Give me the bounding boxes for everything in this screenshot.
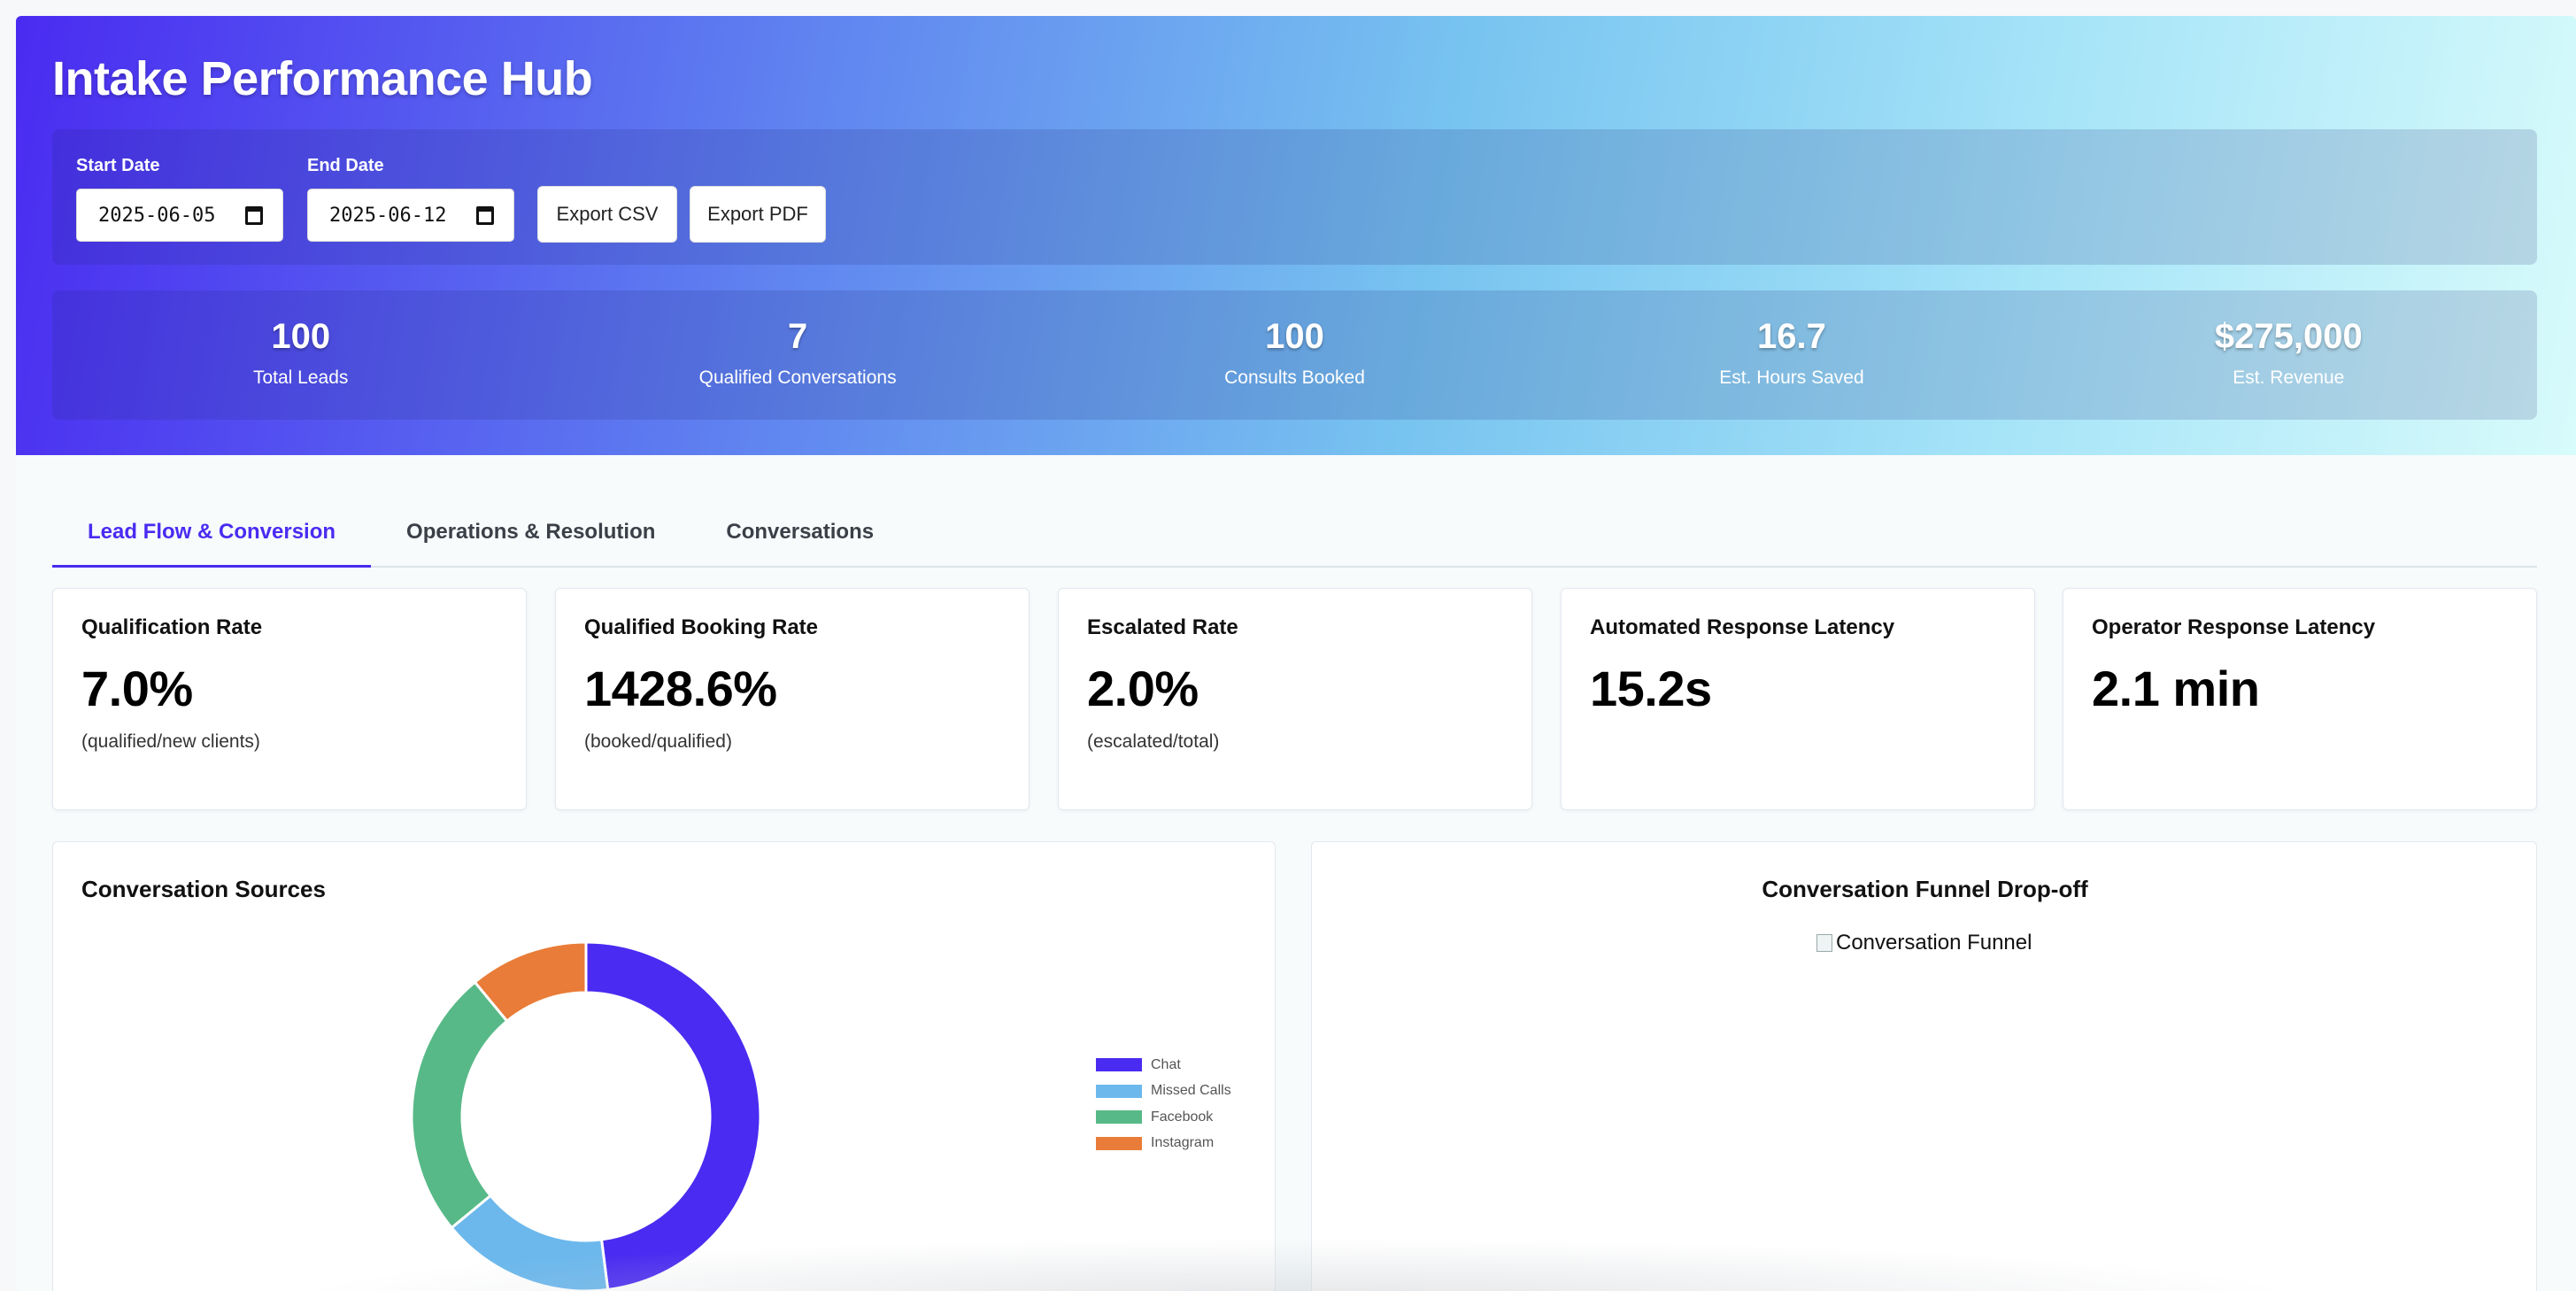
kpi-title: Escalated Rate: [1087, 615, 1238, 639]
kpi-card-qualification-rate: Qualification Rate 7.0% (qualified/new c…: [52, 588, 527, 810]
legend-item-chat[interactable]: Chat: [1096, 1052, 1231, 1078]
kpi-value: 1428.6%: [584, 661, 777, 716]
broken-image-icon: [1816, 934, 1832, 952]
end-date-value: 2025-06-12: [329, 204, 447, 227]
kpi-title: Automated Response Latency: [1590, 615, 1895, 639]
funnel-image-alt: Conversation Funnel: [1836, 931, 2032, 955]
stat-value: 100: [1265, 317, 1324, 356]
stat-label: Total Leads: [252, 367, 349, 388]
kpi-note: (escalated/total): [1087, 731, 1220, 752]
legend-item-instagram[interactable]: Instagram: [1096, 1131, 1231, 1157]
export-csv-button[interactable]: Export CSV: [537, 186, 677, 243]
kpi-value: 2.1 min: [2092, 661, 2260, 716]
tab-conversations[interactable]: Conversations: [690, 499, 909, 566]
tab-bar: Lead Flow & Conversion Operations & Reso…: [52, 499, 2537, 568]
chart-legend: Chat Missed Calls Facebook Instagram: [1096, 1052, 1231, 1156]
kpi-note: (qualified/new clients): [81, 731, 260, 752]
export-pdf-button[interactable]: Export PDF: [690, 186, 826, 243]
start-date-value: 2025-06-05: [98, 204, 216, 227]
sources-donut-chart: [410, 940, 762, 1291]
stat-consults-booked: 100 Consults Booked: [1046, 290, 1543, 420]
kpi-title: Operator Response Latency: [2092, 615, 2376, 639]
stat-value: 7: [787, 317, 808, 356]
legend-label: Facebook: [1151, 1109, 1214, 1125]
calendar-icon[interactable]: [245, 206, 263, 225]
calendar-icon[interactable]: [476, 206, 494, 225]
kpi-value: 15.2s: [1590, 661, 1712, 716]
legend-swatch: [1096, 1058, 1142, 1072]
funnel-panel: Conversation Funnel Drop-off Conversatio…: [1311, 841, 2537, 1291]
funnel-panel-title: Conversation Funnel Drop-off: [1762, 876, 2088, 902]
sources-panel: Conversation Sources Chat Missed Calls Fac…: [52, 841, 1276, 1291]
tab-lead-flow[interactable]: Lead Flow & Conversion: [52, 499, 372, 568]
kpi-title: Qualification Rate: [81, 615, 263, 639]
stat-label: Est. Revenue: [2233, 367, 2345, 388]
bottom-shadow: [282, 1238, 2318, 1291]
donut-slice-facebook[interactable]: [410, 980, 509, 1230]
kpi-title: Qualified Booking Rate: [584, 615, 819, 639]
legend-swatch: [1096, 1110, 1142, 1125]
hero-header: Intake Performance Hub Start Date 2025-0…: [16, 16, 2576, 455]
start-date-input[interactable]: 2025-06-05: [76, 189, 283, 242]
summary-stats-bar: 100 Total Leads 7 Qualified Conversation…: [52, 290, 2537, 420]
legend-label: Missed Calls: [1151, 1083, 1231, 1099]
filter-bar: Start Date 2025-06-05 End Date 2025-06-1…: [52, 129, 2537, 265]
stat-total-leads: 100 Total Leads: [52, 290, 549, 420]
stat-value: 100: [271, 317, 331, 356]
legend-item-missed-calls[interactable]: Missed Calls: [1096, 1078, 1231, 1105]
kpi-note: (booked/qualified): [584, 731, 732, 752]
kpi-value: 7.0%: [81, 661, 193, 716]
tab-operations[interactable]: Operations & Resolution: [371, 499, 690, 566]
kpi-card-booking-rate: Qualified Booking Rate 1428.6% (booked/q…: [555, 588, 1030, 810]
stat-revenue: $275,000 Est. Revenue: [2040, 290, 2537, 420]
start-date-label: Start Date: [76, 156, 160, 175]
kpi-card-automated-latency: Automated Response Latency 15.2s: [1561, 588, 2035, 810]
kpi-row: Qualification Rate 7.0% (qualified/new c…: [52, 588, 2537, 810]
end-date-label: End Date: [307, 156, 384, 175]
stat-hours-saved: 16.7 Est. Hours Saved: [1543, 290, 2040, 420]
legend-item-facebook[interactable]: Facebook: [1096, 1104, 1231, 1131]
stat-label: Est. Hours Saved: [1719, 367, 1864, 388]
kpi-card-escalated-rate: Escalated Rate 2.0% (escalated/total): [1058, 588, 1532, 810]
stat-label: Qualified Conversations: [698, 367, 897, 388]
dashboard-page: Intake Performance Hub Start Date 2025-0…: [16, 16, 2576, 1291]
stat-value: 16.7: [1756, 317, 1826, 356]
legend-label: Chat: [1151, 1056, 1181, 1072]
stat-qualified-conversations: 7 Qualified Conversations: [549, 290, 1045, 420]
legend-swatch: [1096, 1084, 1142, 1098]
page-title: Intake Performance Hub: [52, 52, 593, 105]
stat-value: $275,000: [2214, 317, 2363, 356]
legend-label: Instagram: [1151, 1135, 1215, 1151]
stat-label: Consults Booked: [1224, 367, 1365, 388]
kpi-value: 2.0%: [1087, 661, 1199, 716]
funnel-image: Conversation Funnel: [1816, 931, 2032, 955]
kpi-card-operator-latency: Operator Response Latency 2.1 min: [2063, 588, 2537, 810]
end-date-input[interactable]: 2025-06-12: [307, 189, 514, 242]
legend-swatch: [1096, 1136, 1142, 1150]
